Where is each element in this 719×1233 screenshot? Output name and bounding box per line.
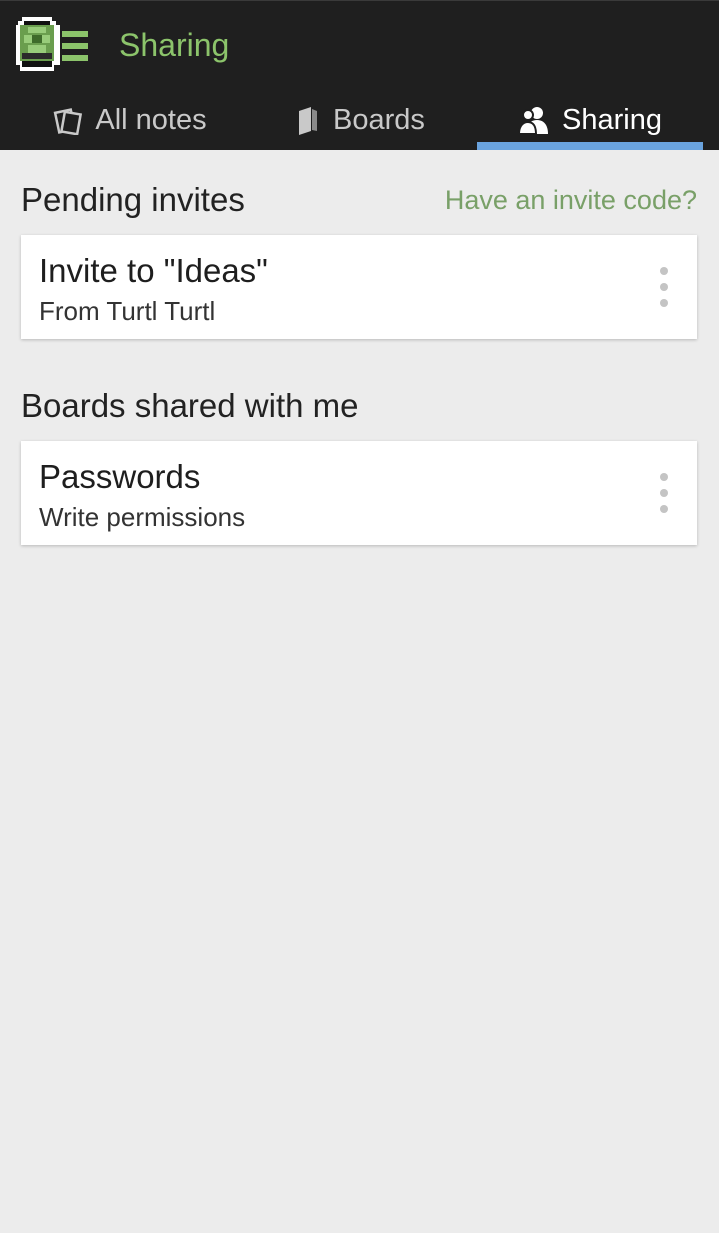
notes-icon xyxy=(53,105,83,135)
page-title: Sharing xyxy=(119,27,230,63)
shared-boards-heading: Boards shared with me xyxy=(21,387,359,424)
board-permissions: Write permissions xyxy=(39,502,246,532)
board-menu-icon[interactable] xyxy=(657,473,671,513)
tab-boards[interactable]: Boards xyxy=(260,89,460,151)
active-tab-indicator xyxy=(477,142,703,150)
invite-sender: From Turtl Turtl xyxy=(39,296,216,326)
tab-label: All notes xyxy=(95,103,207,136)
tab-bar: All notes Boards Sharing xyxy=(0,89,719,151)
invite-menu-icon[interactable] xyxy=(657,267,671,307)
boards-icon xyxy=(295,105,321,135)
tab-label: Boards xyxy=(333,103,425,136)
tab-label: Sharing xyxy=(562,103,662,136)
pending-invites-heading: Pending invites xyxy=(21,181,245,218)
turtl-logo-icon[interactable] xyxy=(14,15,94,75)
app-header: Sharing All notes Boards Sharing xyxy=(0,0,719,150)
invite-title: Invite to "Ideas" xyxy=(39,252,268,289)
shared-board-card[interactable]: Passwords Write permissions xyxy=(21,441,697,545)
board-title: Passwords xyxy=(39,458,201,495)
invite-code-link[interactable]: Have an invite code? xyxy=(445,181,697,219)
sharing-icon xyxy=(518,105,550,135)
tab-all-notes[interactable]: All notes xyxy=(30,89,230,151)
invite-card[interactable]: Invite to "Ideas" From Turtl Turtl xyxy=(21,235,697,339)
